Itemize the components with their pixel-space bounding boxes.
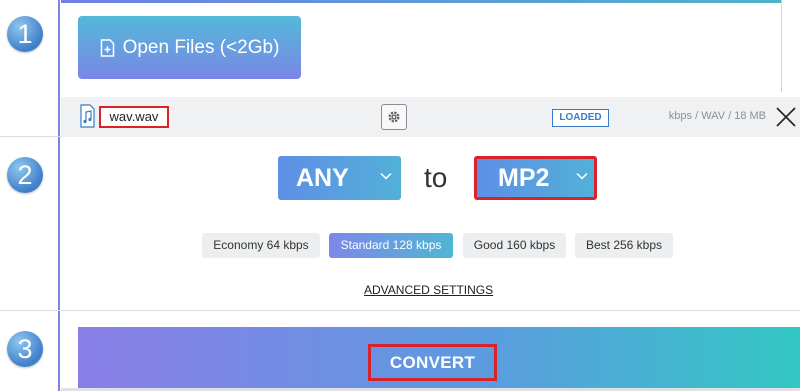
settings-button[interactable] [381, 104, 407, 130]
file-name: wav.wav [99, 106, 169, 128]
source-format-label: ANY [296, 164, 349, 192]
target-format-label: MP2 [498, 164, 550, 192]
chevron-down-icon [380, 172, 392, 180]
close-icon[interactable] [775, 106, 797, 128]
open-files-label: Open Files (<2Gb) [122, 36, 280, 58]
open-files-button[interactable]: Open Files (<2Gb) [78, 16, 301, 79]
convert-button[interactable]: CONVERT [368, 344, 497, 381]
target-format-select[interactable]: MP2 [474, 156, 597, 200]
step-2-badge: 2 [7, 157, 43, 193]
gear-icon [388, 111, 400, 123]
preset-economy[interactable]: Economy 64 kbps [202, 233, 320, 258]
right-rail [781, 0, 782, 92]
file-info: kbps / WAV / 18 MB [668, 110, 766, 122]
preset-standard[interactable]: Standard 128 kbps [329, 233, 453, 258]
source-format-select[interactable]: ANY [278, 156, 401, 200]
left-rail [58, 0, 60, 391]
step-1-badge: 1 [7, 16, 43, 52]
advanced-settings-link[interactable]: ADVANCED SETTINGS [364, 283, 493, 297]
music-note-icon [80, 104, 95, 128]
preset-good[interactable]: Good 160 kbps [463, 233, 566, 258]
top-accent-strip [61, 0, 781, 3]
chevron-down-icon [576, 172, 588, 180]
section-divider [0, 310, 800, 311]
to-label: to [424, 162, 448, 193]
file-plus-icon [100, 38, 114, 57]
preset-best[interactable]: Best 256 kbps [575, 233, 673, 258]
status-badge: LOADED [552, 109, 609, 127]
step-3-badge: 3 [7, 331, 43, 367]
